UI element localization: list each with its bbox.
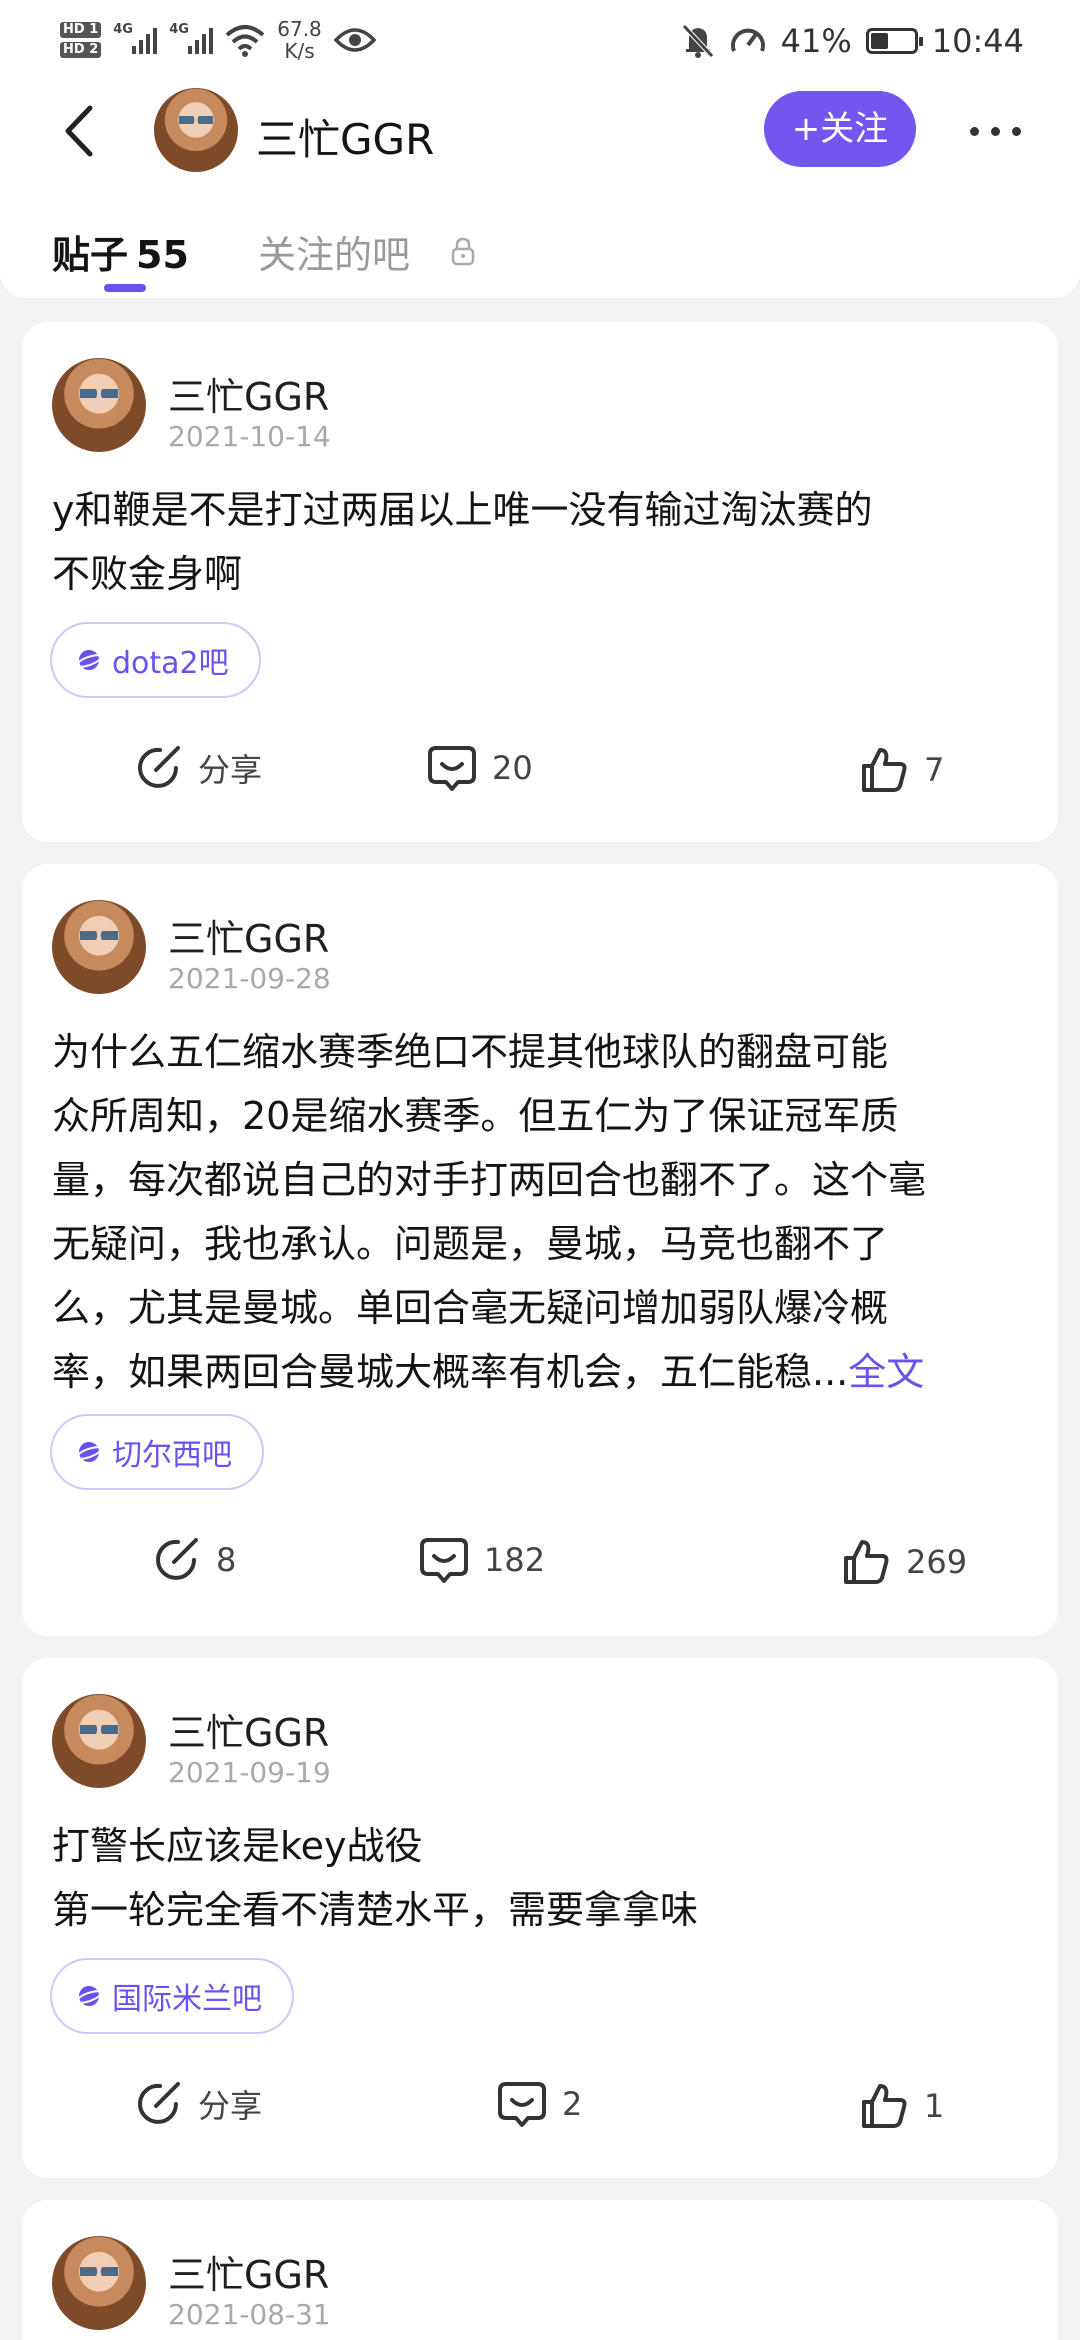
thumbs-up-icon: [862, 748, 907, 792]
thumbs-up-icon: [844, 1540, 889, 1584]
comment-count: 2: [562, 2085, 583, 2123]
lock-icon: [451, 237, 475, 266]
tab-active-indicator: [104, 284, 146, 292]
hd1-badge: HD 1: [60, 22, 102, 38]
share-button[interactable]: 8: [150, 1534, 236, 1586]
avatar[interactable]: [52, 1694, 146, 1788]
eye-icon: [333, 28, 376, 52]
post-line: 众所周知，20是缩水赛季。但五仁为了保证冠军质: [52, 1094, 899, 1138]
share-button[interactable]: 分享: [132, 742, 262, 794]
network-type-label: 4G: [113, 22, 133, 37]
signal-icon-2: 4G: [169, 22, 214, 58]
more-options-icon[interactable]: [970, 116, 1030, 146]
share-count: 8: [216, 1541, 237, 1579]
comment-count: 20: [492, 749, 533, 787]
network-speed: 67.8 K/s: [277, 18, 322, 62]
speed-value: 67.8: [277, 17, 322, 41]
comment-icon: [428, 746, 476, 791]
back-arrow-icon[interactable]: [52, 96, 112, 166]
tab-followed-forums[interactable]: 关注的吧: [258, 224, 410, 279]
status-bar: HD 1 HD 2 4G 4G 67.8 K/s 41% 10:44: [0, 0, 1080, 76]
share-icon: [138, 2082, 180, 2124]
battery-percent: 41%: [780, 22, 852, 60]
post-date: 2021-09-28: [168, 962, 331, 995]
post-content[interactable]: 为什么五仁缩水赛季绝口不提其他球队的翻盘可能 众所周知，20是缩水赛季。但五仁为…: [52, 1020, 1028, 1404]
forum-tag[interactable]: dota2吧: [50, 622, 261, 698]
hd-badges: HD 1 HD 2: [60, 22, 102, 58]
avatar[interactable]: [52, 900, 146, 994]
tab-posts[interactable]: 贴子 55: [52, 224, 189, 279]
mute-bell-icon: [681, 24, 714, 58]
like-count: 1: [924, 2087, 945, 2125]
tab-bar: 贴子 55 关注的吧: [0, 186, 1080, 298]
planet-icon: [76, 1986, 102, 2006]
forum-tag[interactable]: 国际米兰吧: [50, 1958, 294, 2034]
forum-tag-label: dota2吧: [112, 646, 229, 681]
post-content[interactable]: 打警长应该是key战役 第一轮完全看不清楚水平，需要拿拿味: [52, 1814, 1028, 1942]
network-type-label-2: 4G: [169, 22, 189, 37]
tab-posts-label: 贴子: [52, 233, 129, 277]
avatar[interactable]: [154, 88, 238, 172]
post-content[interactable]: y和鞭是不是打过两届以上唯一没有输过淘汰赛的 不败金身啊: [52, 478, 1028, 606]
like-button[interactable]: 7: [858, 744, 944, 796]
comment-icon: [420, 1538, 468, 1583]
post-card[interactable]: 三忙GGR 2021-09-28 为什么五仁缩水赛季绝口不提其他球队的翻盘可能 …: [22, 864, 1058, 1636]
post-card[interactable]: 三忙GGR 2021-09-19 打警长应该是key战役 第一轮完全看不清楚水平…: [22, 1658, 1058, 2178]
like-button[interactable]: 1: [858, 2080, 944, 2132]
share-icon: [138, 746, 180, 788]
thumbs-up-icon: [862, 2084, 907, 2128]
follow-button[interactable]: +关注: [764, 91, 916, 167]
post-card[interactable]: 三忙GGR 2021-08-31: [22, 2200, 1058, 2340]
page-title: 三忙GGR: [256, 115, 435, 164]
planet-icon: [76, 1442, 102, 1462]
post-line: y和鞭是不是打过两届以上唯一没有输过淘汰赛的: [52, 488, 873, 532]
speedometer-icon: [730, 28, 765, 52]
comment-button[interactable]: 20: [426, 742, 533, 794]
share-icon: [156, 1538, 198, 1580]
like-count: 269: [906, 1543, 968, 1581]
forum-tag-label: 切尔西吧: [112, 1438, 232, 1473]
wifi-icon: [225, 25, 265, 57]
post-card[interactable]: 三忙GGR 2021-10-14 y和鞭是不是打过两届以上唯一没有输过淘汰赛的 …: [22, 322, 1058, 842]
post-title: 为什么五仁缩水赛季绝口不提其他球队的翻盘可能: [52, 1030, 889, 1074]
speed-unit: K/s: [284, 39, 315, 63]
tab-posts-count: 55: [136, 233, 189, 277]
forum-tag-label: 国际米兰吧: [112, 1982, 262, 2017]
forum-tag[interactable]: 切尔西吧: [50, 1414, 264, 1490]
avatar[interactable]: [52, 2236, 146, 2330]
share-button[interactable]: 分享: [132, 2078, 262, 2130]
avatar[interactable]: [52, 358, 146, 452]
post-author[interactable]: 三忙GGR: [168, 2244, 329, 2299]
profile-header: 三忙GGR +关注: [0, 76, 1080, 186]
post-line: 第一轮完全看不清楚水平，需要拿拿味: [52, 1888, 699, 1932]
read-more-link[interactable]: 全文: [848, 1350, 924, 1394]
like-count: 7: [924, 751, 945, 789]
battery-icon: [865, 28, 923, 54]
like-button[interactable]: 269: [840, 1536, 967, 1588]
comment-button[interactable]: 2: [496, 2078, 582, 2130]
post-line: 率，如果两回合曼城大概率有机会，五仁能稳...: [52, 1350, 849, 1394]
comment-count: 182: [484, 1541, 546, 1579]
post-line: 不败金身啊: [52, 552, 243, 596]
post-date: 2021-09-19: [168, 1756, 331, 1789]
post-author[interactable]: 三忙GGR: [168, 366, 329, 421]
share-label: 分享: [198, 2087, 263, 2125]
post-date: 2021-10-14: [168, 420, 331, 453]
post-author[interactable]: 三忙GGR: [168, 908, 329, 963]
post-line: 量，每次都说自己的对手打两回合也翻不了。这个毫: [52, 1158, 927, 1202]
post-line: 么，尤其是曼城。单回合毫无疑问增加弱队爆冷概: [52, 1286, 889, 1330]
post-line: 无疑问，我也承认。问题是，曼城，马竞也翻不了: [52, 1222, 889, 1266]
post-title: 打警长应该是key战役: [52, 1824, 423, 1868]
share-label: 分享: [198, 751, 263, 789]
clock: 10:44: [931, 22, 1024, 60]
post-date: 2021-08-31: [168, 2298, 331, 2331]
signal-icon: 4G: [113, 22, 158, 58]
planet-icon: [76, 650, 102, 670]
comment-icon: [498, 2082, 546, 2127]
hd2-badge: HD 2: [60, 42, 102, 58]
comment-button[interactable]: 182: [418, 1534, 545, 1586]
post-author[interactable]: 三忙GGR: [168, 1702, 329, 1757]
